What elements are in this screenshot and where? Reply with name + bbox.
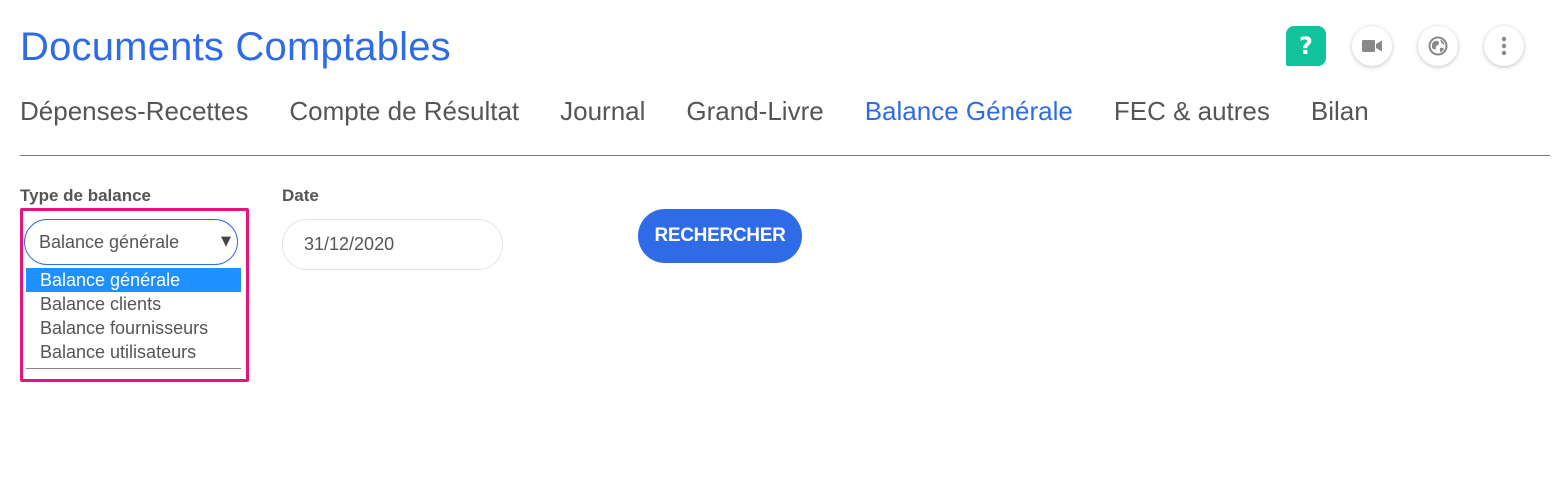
top-toolbar: ? [1286, 26, 1524, 66]
globe-icon [1428, 36, 1448, 56]
help-button[interactable]: ? [1286, 26, 1326, 66]
dropdown-option-balance-clients[interactable]: Balance clients [26, 292, 241, 316]
dropdown-option-balance-generale[interactable]: Balance générale [26, 268, 241, 292]
more-button[interactable] [1484, 26, 1524, 66]
globe-button[interactable] [1418, 26, 1458, 66]
page: Documents Comptables ? Dépenses-Recettes… [0, 0, 1554, 477]
search-button[interactable]: RECHERCHER [638, 209, 802, 263]
dropdown-option-balance-fournisseurs[interactable]: Balance fournisseurs [26, 316, 241, 340]
tabs-nav: Dépenses-Recettes Compte de Résultat Jou… [20, 94, 1410, 128]
page-title: Documents Comptables [20, 25, 451, 69]
dropdown-option-balance-utilisateurs[interactable]: Balance utilisateurs [26, 340, 241, 364]
tab-compte-de-resultat[interactable]: Compte de Résultat [289, 94, 519, 128]
tab-balance-generale[interactable]: Balance Générale [865, 94, 1073, 128]
video-button[interactable] [1352, 26, 1392, 66]
tab-depenses-recettes[interactable]: Dépenses-Recettes [20, 94, 248, 128]
balance-type-value: Balance générale [39, 232, 180, 252]
tab-grand-livre[interactable]: Grand-Livre [686, 94, 823, 128]
chevron-down-icon: ▼ [221, 234, 231, 249]
tab-fec-autres[interactable]: FEC & autres [1114, 94, 1270, 128]
balance-type-select[interactable]: Balance générale ▼ [24, 219, 238, 265]
tabs-divider [20, 155, 1550, 156]
balance-type-label: Type de balance [20, 186, 152, 205]
date-label: Date [282, 186, 319, 205]
more-vertical-icon [1501, 36, 1507, 56]
balance-type-dropdown: Balance générale Balance clients Balance… [26, 268, 241, 369]
help-icon: ? [1299, 32, 1313, 60]
date-field[interactable]: 31/12/2020 [282, 219, 503, 270]
video-camera-icon [1362, 40, 1382, 52]
tab-bilan[interactable]: Bilan [1311, 94, 1369, 128]
tab-journal[interactable]: Journal [560, 94, 645, 128]
